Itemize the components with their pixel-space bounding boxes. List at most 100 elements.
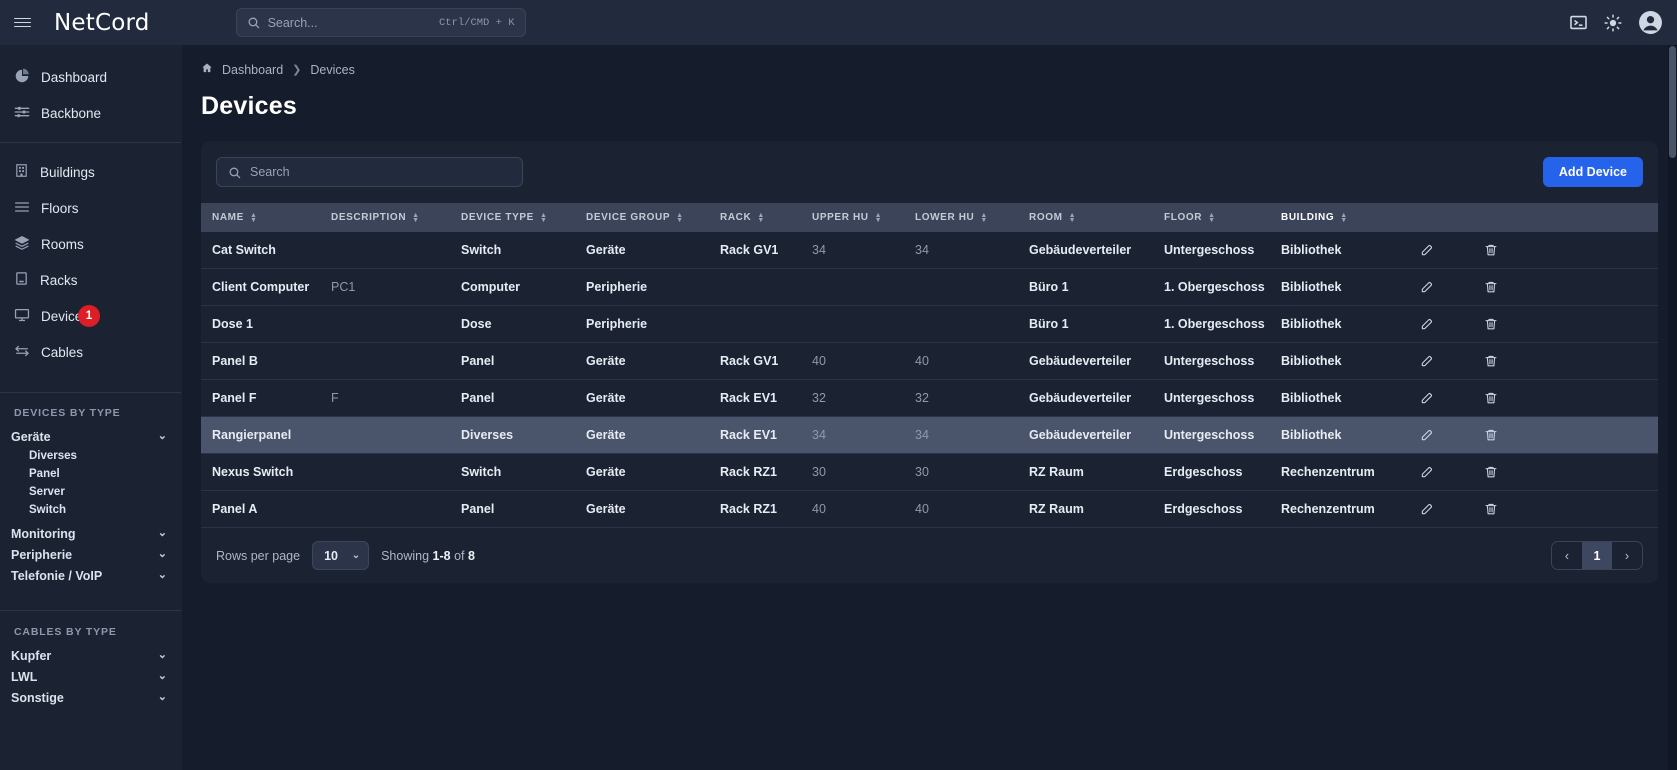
edit-icon[interactable] — [1420, 317, 1434, 331]
col-upper-hu[interactable]: UPPER HU ▲▼ — [812, 203, 915, 232]
cell-room: Gebäudeverteiler — [1029, 380, 1164, 417]
cable-group-lwl[interactable]: LWL ⌄ — [0, 666, 181, 687]
col-label: NAME — [212, 212, 244, 223]
table-row[interactable]: Panel APanelGeräteRack RZ14040RZ RaumErd… — [201, 491, 1658, 528]
col-device-type[interactable]: DEVICE TYPE ▲▼ — [461, 203, 586, 232]
cell-description — [331, 417, 461, 454]
user-avatar-icon[interactable] — [1638, 10, 1663, 35]
table-row[interactable]: Nexus SwitchSwitchGeräteRack RZ13030RZ R… — [201, 454, 1658, 491]
edit-icon[interactable] — [1420, 243, 1434, 257]
cell-upper-hu — [812, 306, 915, 343]
global-search-input[interactable]: Search... Ctrl/CMD + K — [236, 8, 526, 37]
edit-icon[interactable] — [1420, 502, 1434, 516]
cable-group-kupfer[interactable]: Kupfer ⌄ — [0, 645, 181, 666]
col-name[interactable]: NAME ▲▼ — [201, 203, 331, 232]
sidebar-item-backbone[interactable]: Backbone — [0, 95, 181, 131]
delete-icon[interactable] — [1484, 391, 1498, 405]
cell-room: Gebäudeverteiler — [1029, 417, 1164, 454]
col-room[interactable]: ROOM ▲▼ — [1029, 203, 1164, 232]
page-scrollbar-thumb[interactable] — [1669, 46, 1676, 158]
page-scrollbar-track[interactable] — [1668, 45, 1677, 770]
pagination-page-1[interactable]: 1 — [1582, 542, 1612, 569]
table-row[interactable]: RangierpanelDiversesGeräteRack EV13434Ge… — [201, 417, 1658, 454]
cell-floor: Untergeschoss — [1164, 232, 1281, 269]
device-group-monitoring[interactable]: Monitoring ⌄ — [0, 523, 181, 544]
cell-device-group: Peripherie — [586, 269, 720, 306]
table-row[interactable]: Dose 1DosePeripherieBüro 11. Obergeschos… — [201, 306, 1658, 343]
pagination-next[interactable]: › — [1612, 542, 1642, 569]
delete-icon[interactable] — [1484, 243, 1498, 257]
rows-per-page-select[interactable]: 10 ⌄ — [312, 541, 369, 570]
cell-description — [331, 343, 461, 380]
rack-icon — [14, 271, 29, 289]
table-body: Cat SwitchSwitchGeräteRack GV13434Gebäud… — [201, 232, 1658, 528]
cell-room: Büro 1 — [1029, 269, 1164, 306]
chevron-down-icon: ⌄ — [352, 550, 360, 561]
cell-device-group: Geräte — [586, 380, 720, 417]
chevron-down-icon: ⌄ — [158, 431, 167, 442]
table-row[interactable]: Cat SwitchSwitchGeräteRack GV13434Gebäud… — [201, 232, 1658, 269]
cell-device-group: Geräte — [586, 417, 720, 454]
sidebar-item-buildings[interactable]: Buildings — [0, 154, 181, 190]
edit-icon[interactable] — [1420, 391, 1434, 405]
col-lower-hu[interactable]: LOWER HU ▲▼ — [915, 203, 1029, 232]
table-footer: Rows per page 10 ⌄ Showing 1-8 of 8 ‹ 1 — [201, 528, 1658, 583]
table-row[interactable]: Panel BPanelGeräteRack GV14040Gebäudever… — [201, 343, 1658, 380]
col-building[interactable]: BUILDING ▲▼ — [1281, 203, 1414, 232]
col-rack[interactable]: RACK ▲▼ — [720, 203, 812, 232]
device-subtype-server[interactable]: Server — [0, 483, 181, 501]
edit-icon[interactable] — [1420, 280, 1434, 294]
top-bar-actions — [1569, 10, 1663, 35]
device-subtype-diverses[interactable]: Diverses — [0, 447, 181, 465]
breadcrumb-dashboard[interactable]: Dashboard — [222, 63, 283, 77]
cell-description: PC1 — [331, 269, 461, 306]
edit-icon[interactable] — [1420, 465, 1434, 479]
showing-text: Showing 1-8 of 8 — [381, 549, 475, 563]
group-label: Kupfer — [11, 649, 51, 663]
terminal-icon[interactable] — [1569, 13, 1588, 32]
breadcrumb-devices[interactable]: Devices — [310, 63, 354, 77]
sidebar-item-devices[interactable]: Devices 1 — [0, 298, 181, 334]
cell-name: Nexus Switch — [201, 454, 331, 491]
group-label: Peripherie — [11, 548, 72, 562]
search-input[interactable]: Search — [216, 157, 523, 187]
sort-icon: ▲▼ — [250, 213, 258, 223]
sidebar-item-racks[interactable]: Racks — [0, 262, 181, 298]
hamburger-icon[interactable] — [0, 0, 44, 45]
col-floor[interactable]: FLOOR ▲▼ — [1164, 203, 1281, 232]
sidebar-item-dashboard[interactable]: Dashboard — [0, 59, 181, 95]
cell-rack: Rack GV1 — [720, 343, 812, 380]
delete-icon[interactable] — [1484, 354, 1498, 368]
cell-rack — [720, 306, 812, 343]
device-subtype-switch[interactable]: Switch — [0, 501, 181, 519]
edit-icon[interactable] — [1420, 428, 1434, 442]
cable-group-sonstige[interactable]: Sonstige ⌄ — [0, 687, 181, 708]
delete-icon[interactable] — [1484, 465, 1498, 479]
app-brand: NetCord — [54, 10, 150, 36]
arrows-swap-icon — [14, 343, 30, 362]
table-row[interactable]: Panel FFPanelGeräteRack EV13232Gebäudeve… — [201, 380, 1658, 417]
sidebar-item-cables[interactable]: Cables — [0, 334, 181, 370]
col-label: FLOOR — [1164, 212, 1202, 223]
sidebar-item-floors[interactable]: Floors — [0, 190, 181, 226]
delete-icon[interactable] — [1484, 280, 1498, 294]
device-group-geraete[interactable]: Geräte ⌄ — [0, 426, 181, 447]
pagination-prev[interactable]: ‹ — [1552, 542, 1582, 569]
device-subtype-panel[interactable]: Panel — [0, 465, 181, 483]
add-device-button[interactable]: Add Device — [1543, 157, 1643, 187]
table-row[interactable]: Client ComputerPC1ComputerPeripherieBüro… — [201, 269, 1658, 306]
sidebar-item-rooms[interactable]: Rooms — [0, 226, 181, 262]
delete-icon[interactable] — [1484, 317, 1498, 331]
edit-icon[interactable] — [1420, 354, 1434, 368]
delete-icon[interactable] — [1484, 428, 1498, 442]
sun-icon[interactable] — [1604, 14, 1622, 32]
device-group-peripherie[interactable]: Peripherie ⌄ — [0, 544, 181, 565]
cell-rack: Rack RZ1 — [720, 491, 812, 528]
cell-lower-hu — [915, 269, 1029, 306]
col-device-group[interactable]: DEVICE GROUP ▲▼ — [586, 203, 720, 232]
col-description[interactable]: DESCRIPTION ▲▼ — [331, 203, 461, 232]
cell-name: Client Computer — [201, 269, 331, 306]
delete-icon[interactable] — [1484, 502, 1498, 516]
table-head: NAME ▲▼ DESCRIPTION ▲▼ DEVICE TYPE ▲▼ — [201, 203, 1658, 232]
device-group-telefonie-voip[interactable]: Telefonie / VoIP ⌄ — [0, 565, 181, 586]
